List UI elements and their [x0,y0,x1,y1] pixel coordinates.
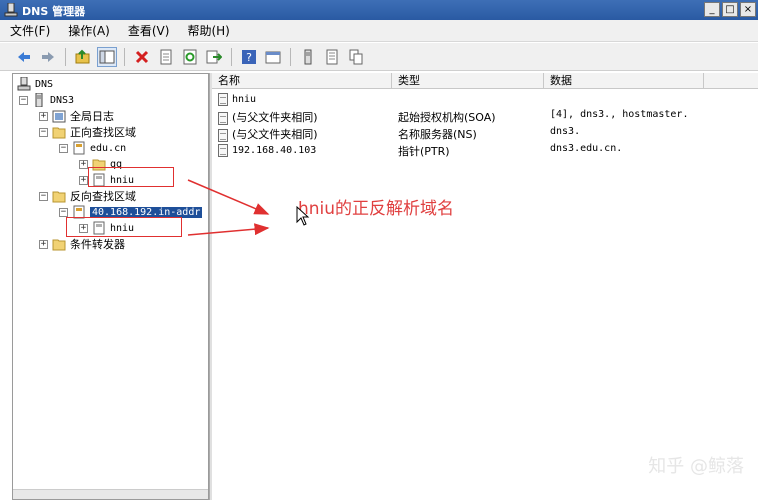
mouse-cursor-icon [296,206,310,226]
annotation-label: hniu的正反解析域名 [298,199,455,219]
arrow-forward [187,179,270,215]
watermark: 知乎 @鲸落 [648,456,744,477]
annotation-arrows [187,179,270,236]
arrow-reverse [187,223,270,236]
